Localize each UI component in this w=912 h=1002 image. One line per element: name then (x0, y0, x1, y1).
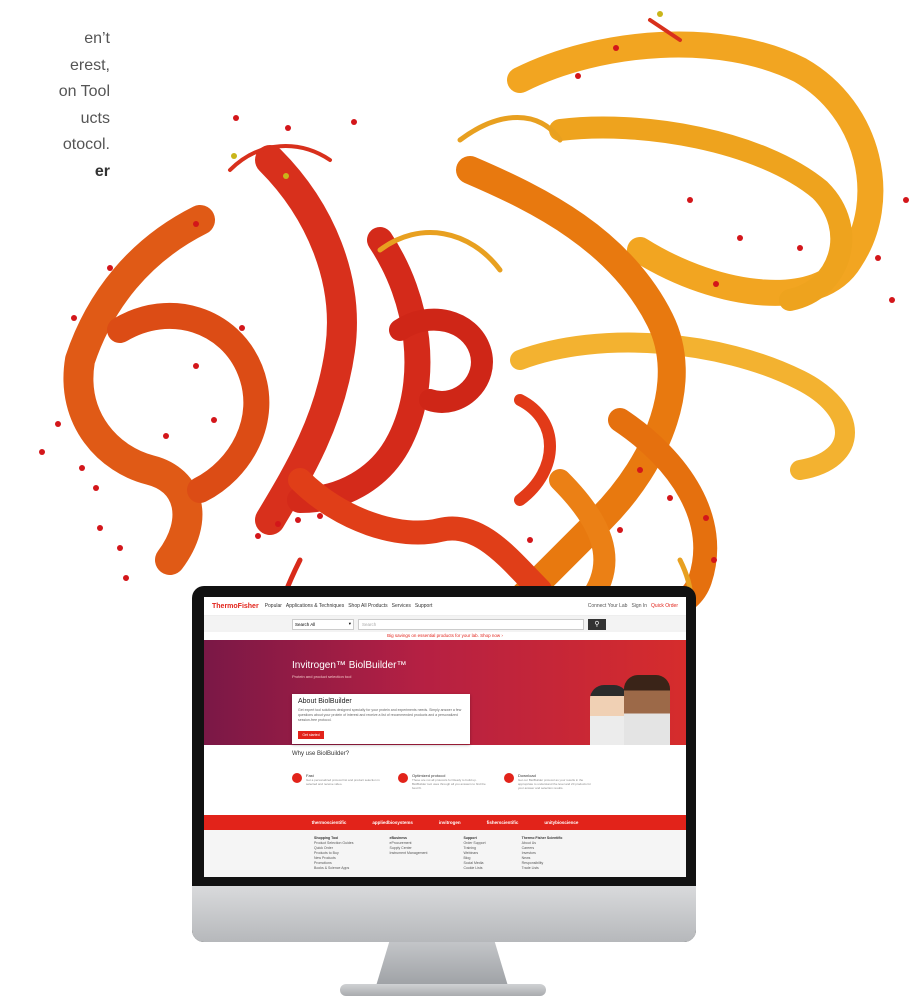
nav-link[interactable]: Services (392, 603, 411, 609)
search-input[interactable]: Search (358, 618, 584, 630)
brand-link[interactable]: invitrogen (439, 820, 461, 825)
monitor-stand (376, 942, 508, 986)
ribbon-orange (608, 408, 718, 623)
about-card-title: About BiolBuilder (298, 698, 352, 705)
feature-item: Download Get our BiolBuilder protocol as… (504, 773, 596, 790)
brand-link[interactable]: appliedbiosystems (372, 820, 413, 825)
chevron-down-icon: ▾ (348, 621, 351, 626)
nav-link[interactable]: Popular (265, 603, 282, 609)
nav-links: Popular Applications & Techniques Shop A… (265, 603, 433, 609)
ribbon-red-strand (514, 394, 556, 506)
ribbon-red-orange (63, 205, 215, 575)
search-icon: ⚲ (594, 621, 600, 628)
hero-banner: Invitrogen™ BiolBuilder™ Protein and pro… (204, 640, 686, 745)
search-category-select[interactable]: Search All ▾ (292, 618, 354, 630)
footer-column: Support Order Support Training Webinars … (463, 836, 485, 871)
hero-subtitle: Protein and product selection tool (292, 674, 352, 679)
nav-link[interactable]: Shop All Products (348, 603, 387, 609)
brand-link[interactable]: thermoscientific (312, 820, 347, 825)
feature-text: These are not all protocols for Ready to… (412, 778, 486, 790)
footer-column: Thermo Fisher Scientific About Us Career… (522, 836, 563, 871)
why-section-title: Why use BiolBuilder? (292, 751, 350, 757)
brand-link[interactable]: fisherscientific (487, 820, 519, 825)
nav-utility-link[interactable]: Connect Your Lab (588, 603, 628, 609)
nav-utility-link[interactable]: Sign In (631, 603, 647, 609)
scientist-photo (624, 675, 670, 745)
search-button[interactable]: ⚲ (588, 618, 606, 630)
search-bar: Search All ▾ Search ⚲ (204, 616, 686, 632)
site-navigation: ThermoFisher Popular Applications & Tech… (204, 597, 686, 616)
monitor-base (340, 984, 546, 996)
brand-strip: thermoscientific appliedbiosystems invit… (204, 815, 686, 830)
quick-order-link[interactable]: Quick Order (651, 603, 678, 609)
nav-link[interactable]: Applications & Techniques (286, 603, 344, 609)
search-placeholder: Search (362, 621, 377, 627)
clock-icon (292, 773, 302, 783)
footer-link[interactable]: Books & Science Apps (314, 866, 354, 871)
footer-link[interactable]: Instrument Management (390, 851, 428, 856)
feature-text: Get our BiolBuilder protocol as your res… (518, 778, 592, 790)
about-card-text: Get expert tool solutions designed speci… (298, 708, 462, 722)
footer-columns: Shopping Tool Product Selection Guides Q… (314, 836, 562, 871)
site-footer: Shopping Tool Product Selection Guides Q… (204, 830, 686, 877)
about-card: About BiolBuilder Get expert tool soluti… (292, 694, 470, 744)
ribbon-red (255, 145, 357, 535)
desktop-monitor: ThermoFisher Popular Applications & Tech… (192, 586, 696, 942)
ligand-molecules (231, 11, 663, 179)
nav-link[interactable]: Support (415, 603, 433, 609)
download-icon (504, 773, 514, 783)
get-started-button[interactable]: Get started (298, 731, 324, 739)
ribbon-red (288, 468, 552, 602)
nav-utility: Connect Your Lab Sign In Quick Order (588, 603, 678, 609)
feature-item: Optimized protocol These are not all pro… (398, 773, 490, 790)
footer-column: eBusiness eProcurement Supply Center Ins… (390, 836, 428, 871)
ribbon-gold (507, 31, 884, 306)
feature-list: Fast Get a personalized protocol list an… (292, 773, 596, 790)
footer-column: Shopping Tool Product Selection Guides Q… (314, 836, 354, 871)
footer-link[interactable]: Cookie Lists (463, 866, 485, 871)
hero-title: Invitrogen™ BiolBuilder™ (292, 660, 407, 671)
feature-item: Fast Get a personalized protocol list an… (292, 773, 384, 790)
brand-link[interactable]: unitybioscience (544, 820, 578, 825)
promo-banner[interactable]: Big savings on essential products for yo… (204, 632, 686, 640)
search-category-label: Search All (295, 621, 316, 627)
brand-logo[interactable]: ThermoFisher (212, 603, 259, 610)
monitor-screen: ThermoFisher Popular Applications & Tech… (204, 597, 686, 877)
footer-link[interactable]: Trade Lists (522, 866, 563, 871)
checklist-icon (398, 773, 408, 783)
feature-text: Get a personalized protocol list and pro… (306, 778, 380, 786)
scientist-photo (590, 685, 628, 745)
monitor-chin (192, 886, 696, 942)
